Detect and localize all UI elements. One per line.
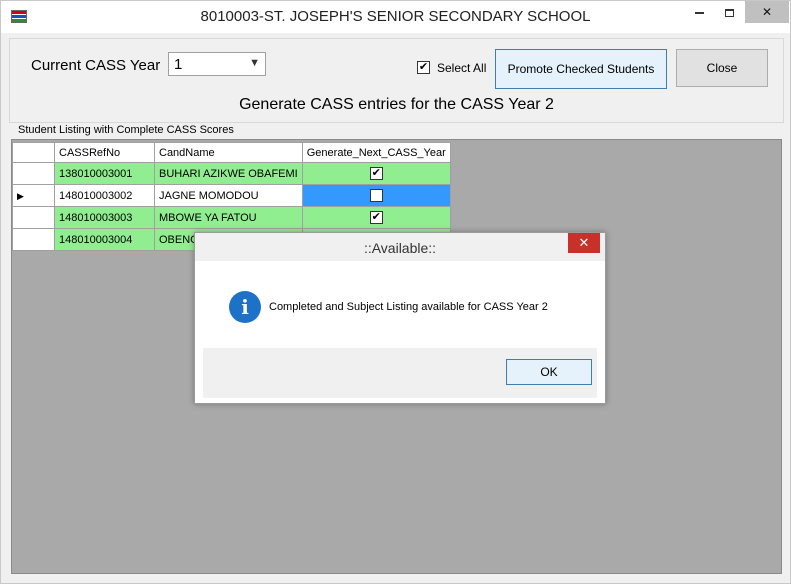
row-header[interactable]: ▶	[12, 184, 55, 207]
cell-candname[interactable]: BUHARI AZIKWE OBAFEMI	[154, 162, 303, 185]
cell-generate-next[interactable]: ✔	[301, 206, 451, 229]
maximize-button[interactable]	[715, 1, 743, 23]
info-icon: i	[229, 291, 261, 323]
cell-cassrefno[interactable]: 148010003003	[54, 206, 155, 229]
table-header-row: CASSRefNo CandName Generate_Next_CASS_Ye…	[12, 142, 451, 163]
cell-generate-next[interactable]: ✔	[301, 162, 451, 185]
maximize-icon	[724, 8, 734, 17]
row-header[interactable]	[12, 162, 55, 185]
dialog-title-bar[interactable]: ::Available:: ✕	[195, 233, 605, 261]
generate-checkbox[interactable]: ✔	[369, 211, 383, 224]
available-dialog: ::Available:: ✕ i Completed and Subject …	[194, 232, 606, 404]
row-header-corner[interactable]	[12, 142, 55, 163]
column-header-cassrefno[interactable]: CASSRefNo	[54, 142, 155, 163]
current-year-combobox[interactable]: 1 ▼	[168, 52, 266, 76]
table-row[interactable]: 138010003001 BUHARI AZIKWE OBAFEMI ✔	[12, 162, 451, 185]
student-listing-label: Student Listing with Complete CASS Score…	[18, 124, 234, 136]
dialog-message: Completed and Subject Listing available …	[269, 301, 548, 313]
current-year-value: 1	[174, 56, 183, 73]
cell-candname[interactable]: JAGNE MOMODOU	[154, 184, 303, 207]
table-row[interactable]: ▶ 148010003002 JAGNE MOMODOU	[12, 184, 451, 207]
select-all-label[interactable]: Select All	[437, 61, 486, 75]
select-all-checkbox[interactable]: ✔	[417, 61, 430, 74]
window-close-button[interactable]: ✕	[745, 1, 789, 23]
close-icon: ✕	[761, 5, 773, 19]
ok-button[interactable]: OK	[506, 359, 592, 385]
cell-generate-next[interactable]	[301, 184, 451, 207]
cell-cassrefno[interactable]: 148010003002	[54, 184, 155, 207]
cell-cassrefno[interactable]: 148010003004	[54, 228, 155, 251]
cell-candname[interactable]: MBOWE YA FATOU	[154, 206, 303, 229]
generate-checkbox[interactable]	[369, 189, 383, 202]
generate-checkbox[interactable]: ✔	[369, 167, 383, 180]
column-header-generate-next[interactable]: Generate_Next_CASS_Year	[301, 142, 451, 163]
row-header[interactable]	[12, 206, 55, 229]
table-row[interactable]: 148010003003 MBOWE YA FATOU ✔	[12, 206, 451, 229]
column-header-candname[interactable]: CandName	[154, 142, 303, 163]
row-header[interactable]	[12, 228, 55, 251]
minimize-icon	[694, 11, 704, 14]
current-year-label: Current CASS Year	[31, 57, 161, 74]
close-icon: ✕	[578, 235, 590, 250]
promote-checked-students-button[interactable]: Promote Checked Students	[495, 49, 667, 89]
cell-cassrefno[interactable]: 138010003001	[54, 162, 155, 185]
dialog-close-button[interactable]: ✕	[568, 233, 600, 253]
title-bar[interactable]: 8010003-ST. JOSEPH'S SENIOR SECONDARY SC…	[1, 1, 790, 33]
minimize-button[interactable]	[685, 1, 713, 23]
main-window: 8010003-ST. JOSEPH'S SENIOR SECONDARY SC…	[0, 0, 791, 584]
close-button[interactable]: Close	[676, 49, 768, 87]
dialog-title: ::Available::	[363, 240, 437, 256]
dialog-body: i Completed and Subject Listing availabl…	[203, 263, 597, 348]
window-title: 8010003-ST. JOSEPH'S SENIOR SECONDARY SC…	[200, 8, 591, 25]
generate-heading: Generate CASS entries for the CASS Year …	[239, 96, 554, 113]
chevron-down-icon: ▼	[249, 57, 260, 69]
current-row-indicator-icon: ▶	[17, 190, 24, 201]
